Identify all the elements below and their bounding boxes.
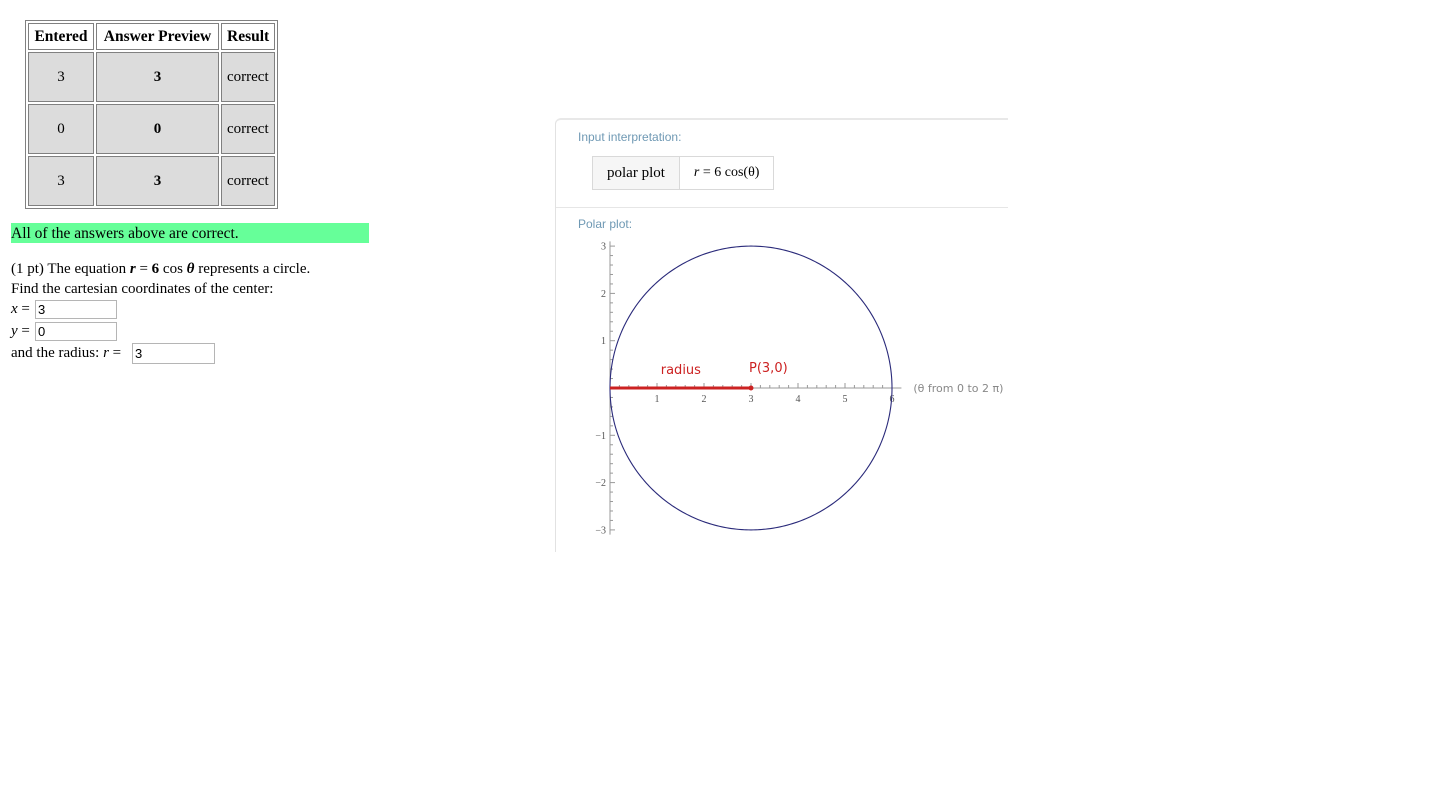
x-tick-label: 4 — [796, 394, 801, 405]
preview-cell: 0 — [96, 104, 219, 154]
radius-label: and the radius: r = — [11, 345, 121, 362]
result-cell: correct — [221, 104, 276, 154]
x-tick-label: 5 — [843, 394, 848, 405]
x-variable: x — [11, 301, 18, 317]
table-row: 3 3 correct — [28, 52, 276, 102]
entered-cell: 3 — [28, 52, 94, 102]
y-equals: = — [17, 323, 30, 339]
problem-statement: (1 pt) The equation r = 6 cos θ represen… — [11, 261, 310, 278]
wolfram-result-panel: Input interpretation: polar plot r = 6 c… — [555, 118, 1008, 552]
entered-cell: 0 — [28, 104, 94, 154]
preview-cell: 3 — [96, 52, 219, 102]
header-result: Result — [221, 23, 276, 50]
header-entered: Entered — [28, 23, 94, 50]
y-tick-label: 3 — [601, 242, 606, 253]
entered-cell: 3 — [28, 156, 94, 206]
problem-instruction: Find the cartesian coordinates of the ce… — [11, 281, 274, 297]
y-tick-label: −2 — [595, 478, 606, 489]
x-tick-label: 2 — [702, 394, 707, 405]
y-variable: y — [11, 323, 18, 339]
correct-message: All of the answers above are correct. — [11, 223, 369, 243]
theta-range-note: (θ from 0 to 2 π) — [913, 382, 1003, 395]
table-row: 0 0 correct — [28, 104, 276, 154]
radius-answer-input[interactable] — [132, 343, 215, 364]
radius-prefix: and the radius: — [11, 345, 104, 361]
radius-annotation: radius — [661, 363, 701, 378]
result-cell: correct — [221, 52, 276, 102]
x-equals: = — [17, 301, 30, 317]
result-cell: correct — [221, 156, 276, 206]
y-answer-input[interactable] — [35, 322, 117, 341]
answer-table: Entered Answer Preview Result 3 3 correc… — [25, 20, 279, 209]
x-tick-label: 3 — [749, 394, 754, 405]
r-equals: = — [108, 345, 122, 361]
table-row: 3 3 correct — [28, 156, 276, 206]
problem-tail: represents a circle. — [194, 261, 311, 277]
equation-cos: cos — [159, 261, 187, 277]
y-tick-label: −3 — [595, 525, 606, 536]
table-header-row: Entered Answer Preview Result — [28, 23, 276, 50]
problem-points: (1 pt) The equation — [11, 261, 127, 277]
header-answer-preview: Answer Preview — [96, 23, 219, 50]
y-tick-label: 1 — [601, 336, 606, 347]
preview-cell: 3 — [96, 156, 219, 206]
center-point — [748, 385, 754, 391]
equation-equals: = — [135, 261, 152, 277]
polar-plot: 1 2 3 4 5 6321−1−2−3 radius P(3,0) (θ from 0 … — [595, 241, 1003, 536]
y-label: y = — [11, 323, 30, 340]
center-point-label: P(3,0) — [749, 361, 788, 376]
y-tick-label: −1 — [595, 431, 606, 442]
x-answer-input[interactable] — [35, 300, 117, 319]
y-tick-label: 2 — [601, 289, 606, 300]
x-tick-label: 1 — [655, 394, 660, 405]
x-label: x = — [11, 301, 30, 318]
